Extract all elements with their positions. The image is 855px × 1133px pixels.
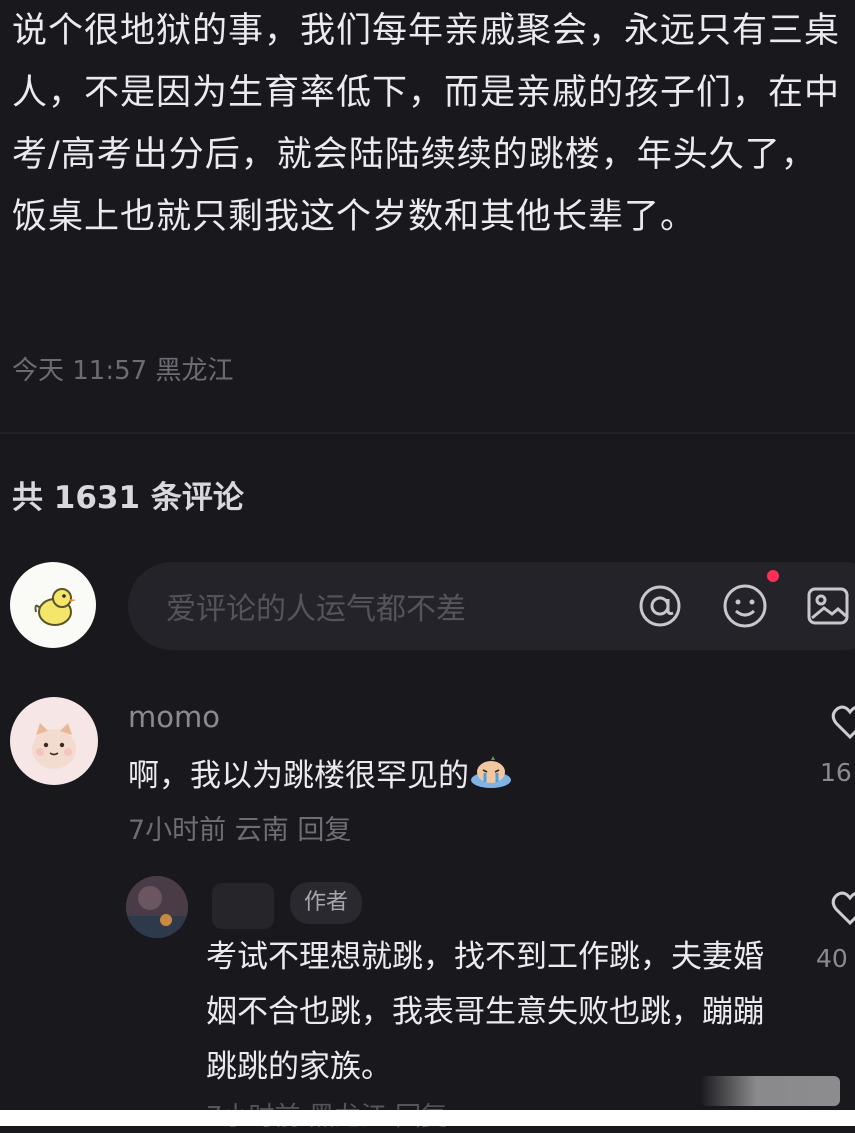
landscape-avatar-icon xyxy=(126,876,188,938)
comment-username[interactable]: momo xyxy=(128,700,220,734)
avatar[interactable] xyxy=(10,562,96,648)
reply-username-blurred[interactable] xyxy=(212,883,274,929)
at-icon[interactable] xyxy=(636,582,684,630)
image-icon[interactable] xyxy=(804,582,852,630)
like-count: 40 xyxy=(816,944,848,973)
watermark xyxy=(700,1076,840,1106)
comment-avatar[interactable] xyxy=(10,697,98,785)
comment-placeholder: 爱评论的人运气都不差 xyxy=(166,592,466,627)
reply-text: 考试不理想就跳，找不到工作跳，夫妻婚姻不合也跳，我表哥生意失败也跳，蹦蹦跳跳的家… xyxy=(206,939,764,1085)
cat-avatar-icon xyxy=(32,723,76,769)
reply-avatar[interactable] xyxy=(126,876,188,938)
divider xyxy=(0,432,855,434)
post-meta: 今天 11:57 黑龙江 xyxy=(12,356,234,386)
author-badge: 作者 xyxy=(290,882,363,924)
comment-text: 啊，我以为跳楼很罕见的 xyxy=(128,750,513,795)
like-count: 16 xyxy=(820,758,852,787)
like-heart-icon[interactable] xyxy=(830,702,855,742)
emoji-icon[interactable] xyxy=(721,582,769,630)
comment-meta[interactable]: 7小时前 云南 回复 xyxy=(128,808,351,847)
notification-dot xyxy=(767,570,779,582)
comment-text-body: 啊，我以为跳楼很罕见的 xyxy=(128,758,469,794)
comment-input[interactable]: 爱评论的人运气都不差 xyxy=(128,562,855,650)
comment-count: 共 1631 条评论 xyxy=(12,480,244,516)
chick-icon xyxy=(34,588,76,626)
bottom-bar xyxy=(0,1110,855,1126)
like-heart-icon[interactable] xyxy=(830,888,855,928)
crying-emoji-icon xyxy=(471,756,511,788)
post-text: 说个很地狱的事，我们每年亲戚聚会，永远只有三桌人，不是因为生育率低下，而是亲戚的… xyxy=(12,11,841,237)
